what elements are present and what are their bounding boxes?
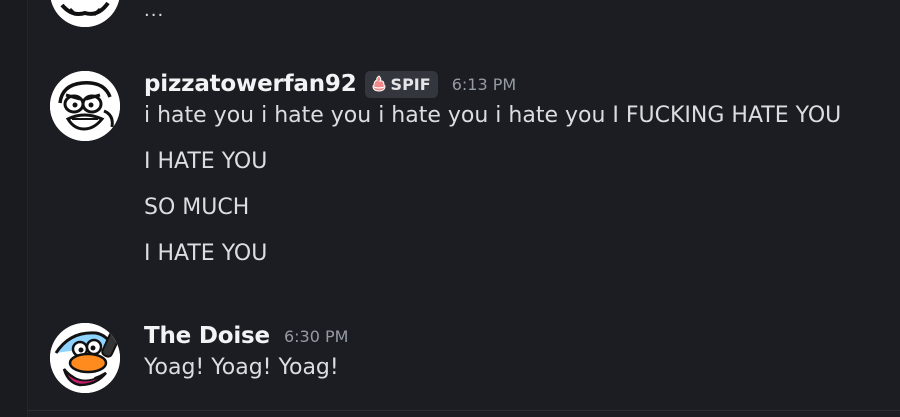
- chat-view: ... pizzatowerfan92 SPIF 6:13 PM i hate …: [0, 0, 900, 417]
- message-continuation-text: ...: [144, 0, 165, 21]
- message-line: I HATE YOU: [144, 241, 268, 266]
- avatar-pizzatowerfan92[interactable]: [50, 71, 120, 141]
- message-line: Yoag! Yoag! Yoag!: [144, 355, 339, 380]
- message-line: i hate you i hate you i hate you i hate …: [144, 103, 842, 128]
- noise-avatar-icon: [50, 323, 120, 393]
- peppino-avatar-icon: [50, 71, 120, 141]
- message-the-doise: The Doise 6:30 PM Yoag! Yoag! Yoag!: [144, 321, 348, 391]
- message-line: I HATE YOU: [144, 149, 268, 174]
- timestamp[interactable]: 6:30 PM: [284, 327, 348, 346]
- timestamp[interactable]: 6:13 PM: [452, 75, 516, 94]
- server-tag-label: SPIF: [390, 74, 431, 94]
- message-pizzatowerfan92: pizzatowerfan92 SPIF 6:13 PM i hate you …: [144, 69, 841, 277]
- cartoon-avatar-icon: [50, 0, 120, 27]
- fire-cake-icon: [372, 75, 386, 92]
- rail-divider: [27, 0, 28, 417]
- avatar-the-doise[interactable]: [50, 323, 120, 393]
- composer-divider: [28, 410, 900, 411]
- channel-rail: [0, 0, 28, 417]
- message-line: SO MUCH: [144, 195, 250, 220]
- avatar-previous[interactable]: [50, 0, 120, 27]
